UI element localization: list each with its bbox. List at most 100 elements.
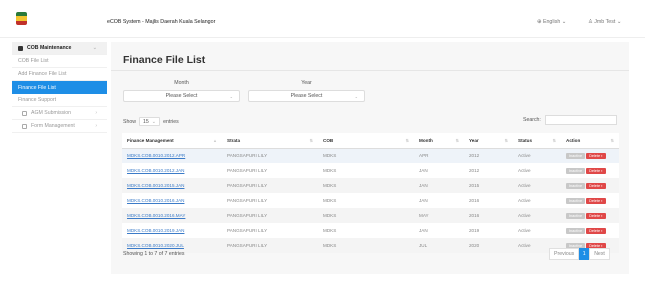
cell-status: Active (518, 198, 531, 203)
cell-action: Inactive Delete ▪ (561, 148, 619, 163)
finance-link[interactable]: MDKS.COB.0010.2012.JAN (127, 168, 184, 173)
sidebar-item-finance-support[interactable]: Finance Support (12, 94, 107, 107)
finance-link[interactable]: MDKS.COB.0010.2016.MAY (127, 213, 185, 218)
delete-label: Delete (589, 183, 601, 188)
column-header-action[interactable]: Action ⇅ (561, 133, 619, 149)
cell-strata: PANGSAPURI LILY (227, 153, 268, 159)
main-panel: Finance File List Month Please Select ⌄ … (111, 42, 629, 274)
sort-icon: ⇅ (504, 137, 508, 143)
sidebar-item-add-finance-file-list[interactable]: Add Finance File List (12, 68, 107, 81)
bank-icon (22, 110, 27, 116)
year-select[interactable]: Please Select ⌄ (248, 90, 365, 102)
cell-finance[interactable]: MDKS.COB.0010.2012.APR (122, 148, 222, 163)
sidebar-item-form-management[interactable]: Form Management › (12, 120, 107, 133)
cell-finance[interactable]: MDKS.COB.0010.2019.JAN (122, 223, 222, 238)
sidebar-item-finance-file-list[interactable]: Finance File List (12, 81, 107, 94)
sort-icon: ⇅ (552, 137, 556, 143)
sort-icon: ⇅ (405, 137, 409, 143)
delete-button[interactable]: Delete ▪ (586, 227, 606, 234)
month-label: Month (174, 80, 189, 86)
cell-year: 2012 (469, 153, 480, 159)
entries-length-select[interactable]: 15 ⌄ (138, 117, 161, 126)
council-logo[interactable] (16, 12, 27, 25)
search-input[interactable] (545, 115, 617, 125)
cell-strata: PANGSAPURI LILY (227, 243, 268, 248)
entries-length-value: 15 (142, 118, 149, 125)
inactive-button[interactable]: Inactive (566, 227, 586, 234)
sidebar-item-cob-maintenance[interactable]: COB Maintenance ⌄ (12, 42, 107, 55)
sort-asc-icon: ▲ (213, 137, 217, 143)
cell-status: Active (518, 168, 531, 173)
previous-page-button[interactable]: Previous (549, 248, 580, 260)
finance-link[interactable]: MDKS.COB.0010.2015.JAN (127, 183, 184, 188)
month-select[interactable]: Please Select ⌄ (123, 90, 240, 102)
trash-icon: ▪ (601, 153, 603, 158)
cell-strata: PANGSAPURI LILY (227, 213, 268, 218)
chevron-down-icon: ⌄ (561, 19, 567, 25)
cell-finance[interactable]: MDKS.COB.0010.2016.JAN (122, 193, 222, 208)
user-icon: ♙ (588, 19, 593, 25)
delete-label: Delete (589, 243, 601, 248)
delete-label: Delete (589, 153, 601, 158)
cell-cob: MDKS (323, 213, 337, 218)
delete-button[interactable]: Delete ▪ (586, 182, 606, 189)
divider (111, 70, 629, 71)
language-label: English (542, 19, 561, 25)
column-header-year[interactable]: Year ⇅ (464, 133, 513, 149)
delete-button[interactable]: Delete ▪ (586, 212, 606, 219)
delete-button[interactable]: Delete ▪ (586, 197, 606, 204)
column-header-finance[interactable]: Finance Management ▲ (122, 133, 222, 149)
delete-button[interactable]: Delete ▪ (586, 167, 606, 174)
cell-finance[interactable]: MDKS.COB.0010.2015.JAN (122, 178, 222, 193)
table-row: MDKS.COB.0010.2016.MAY PANGSAPURI LILY MDK… (122, 208, 619, 223)
inactive-button[interactable]: Inactive (566, 212, 586, 219)
inactive-button[interactable]: Inactive (566, 152, 586, 159)
finance-link[interactable]: MDKS.COB.0010.2019.JAN (127, 228, 184, 233)
column-header-strata[interactable]: Strata ⇅ (222, 133, 318, 149)
user-menu[interactable]: ♙ Jmb Test ⌄ (588, 19, 621, 25)
chevron-down-icon: ⌄ (151, 118, 157, 125)
month-select-value: Please Select (165, 93, 198, 99)
sidebar-item-label: Form Management (31, 123, 75, 129)
inactive-button[interactable]: Inactive (566, 182, 586, 189)
chevron-down-icon: ⌄ (354, 93, 358, 99)
cell-month: APR (419, 153, 429, 159)
finance-table: Finance Management ▲ Strata ⇅ COB ⇅ Month ⇅ … (122, 133, 619, 253)
cell-year: 2019 (469, 228, 480, 233)
delete-label: Delete (589, 198, 601, 203)
finance-link[interactable]: MDKS.COB.0010.2012.APR (127, 153, 185, 158)
page-button-current[interactable]: 1 (579, 248, 590, 260)
trash-icon: ▪ (601, 168, 603, 173)
cell-strata: PANGSAPURI LILY (227, 168, 268, 173)
column-header-month[interactable]: Month ⇅ (414, 133, 464, 149)
delete-label: Delete (589, 213, 601, 218)
delete-label: Delete (589, 168, 601, 173)
cell-finance[interactable]: MDKS.COB.0010.2016.MAY (122, 208, 222, 223)
entries-label: entries (163, 118, 179, 125)
finance-link[interactable]: MDKS.COB.0010.2020.JUL (127, 243, 184, 248)
cell-cob: MDKS (323, 228, 337, 233)
folder-icon (18, 45, 23, 51)
sidebar-item-label: AGM Submission (31, 110, 72, 116)
table-row: MDKS.COB.0010.2012.JAN PANGSAPURI LILY MDK… (122, 163, 619, 178)
table-header-row: Finance Management ▲ Strata ⇅ COB ⇅ Month ⇅ … (122, 133, 619, 149)
language-selector[interactable]: ⊕ English ⌄ (537, 19, 566, 25)
sidebar-item-cob-file-list[interactable]: COB File List (12, 55, 107, 68)
cell-finance[interactable]: MDKS.COB.0010.2012.JAN (122, 163, 222, 178)
inactive-button[interactable]: Inactive (566, 197, 586, 204)
cell-cob: MDKS (323, 243, 337, 248)
table-row: MDKS.COB.0010.2019.JAN PANGSAPURI LILY MDK… (122, 223, 619, 238)
cell-month: MAY (419, 213, 429, 218)
inactive-button[interactable]: Inactive (566, 167, 586, 174)
column-header-status[interactable]: Status ⇅ (513, 133, 561, 149)
next-page-button[interactable]: Next (589, 248, 610, 260)
sort-icon: ⇅ (455, 137, 459, 143)
chevron-right-icon: › (95, 110, 97, 116)
cell-month: JAN (419, 198, 428, 203)
cell-status: Active (518, 153, 531, 159)
sidebar-item-agm-submission[interactable]: AGM Submission › (12, 107, 107, 120)
finance-link[interactable]: MDKS.COB.0010.2016.JAN (127, 198, 184, 203)
column-header-cob[interactable]: COB ⇅ (318, 133, 414, 149)
cell-month: JAN (419, 228, 428, 233)
delete-button[interactable]: Delete ▪ (586, 152, 606, 159)
